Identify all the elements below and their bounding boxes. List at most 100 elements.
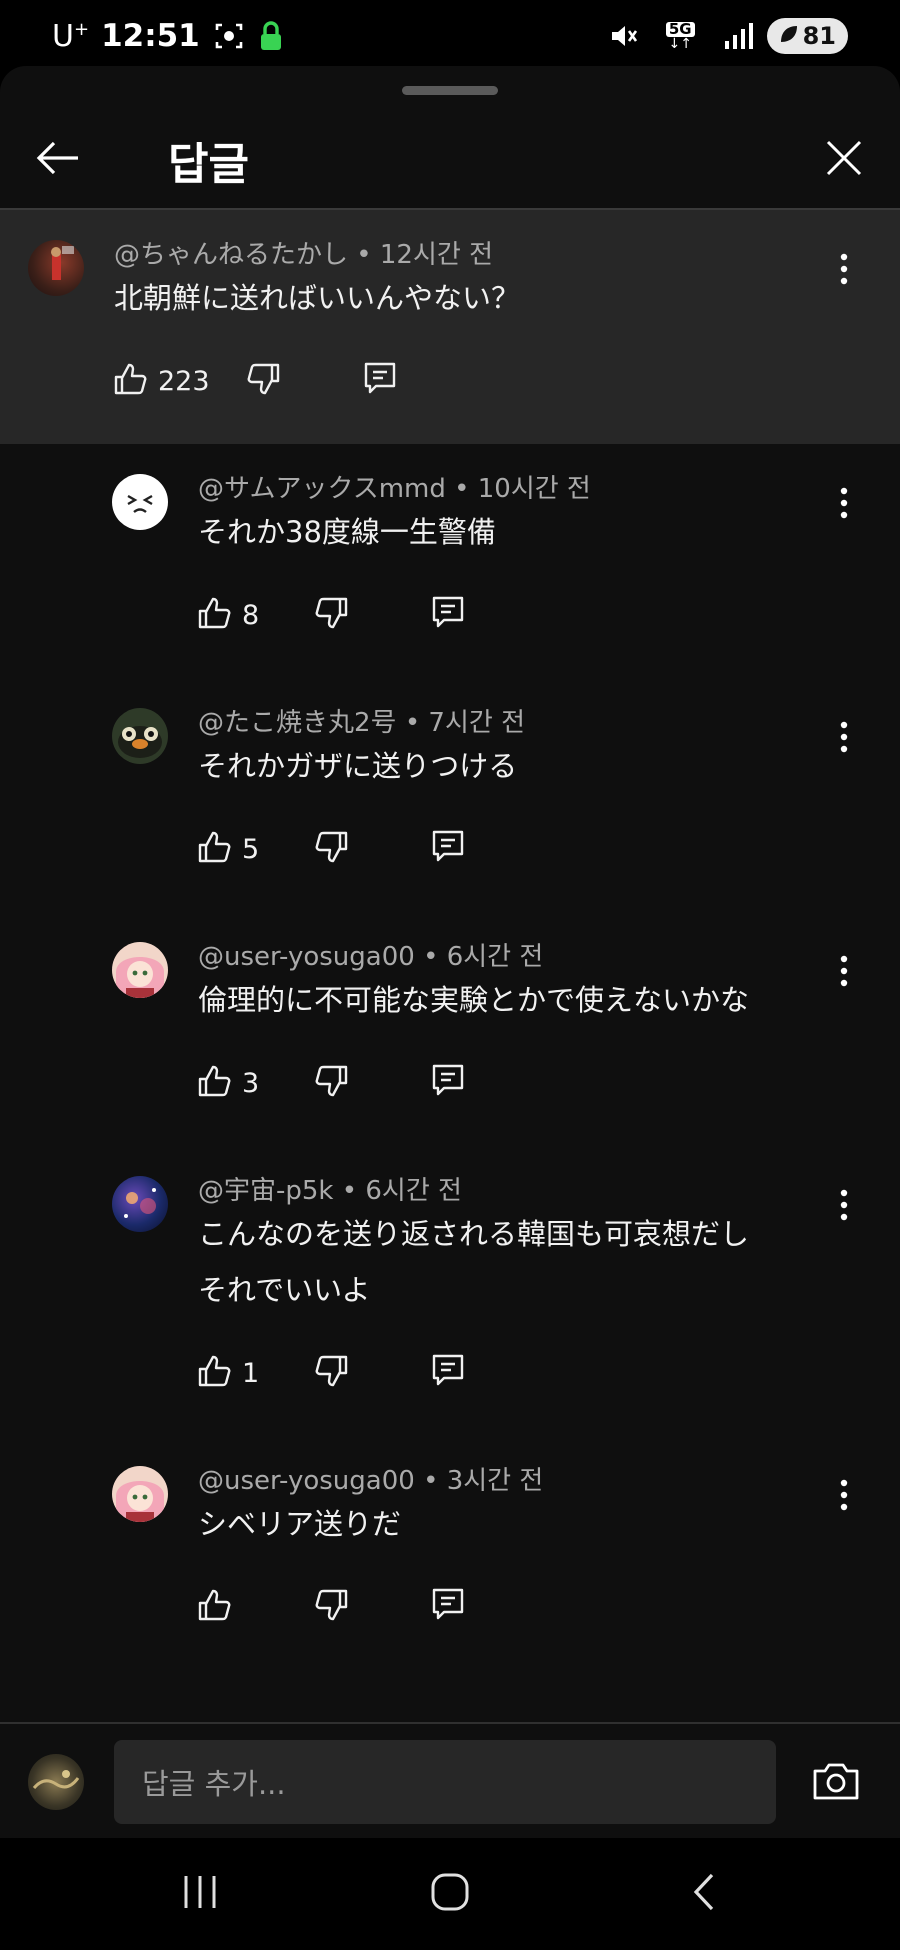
status-time: 12:51 <box>101 18 200 54</box>
thumbs-up-icon <box>198 830 232 868</box>
avatar[interactable] <box>112 942 168 998</box>
comment-icon <box>432 1354 464 1392</box>
author-name[interactable]: @user-yosuga00 <box>198 1466 415 1496</box>
reply-comment: @user-yosuga00 • 6시간 전 倫理的に不可能な実験とかで使えない… <box>0 912 900 1146</box>
more-vert-icon <box>840 721 848 757</box>
comment-meta: @宇宙-p5k • 6시간 전 <box>198 1176 462 1206</box>
user-avatar <box>28 1754 84 1810</box>
reply-button[interactable] <box>364 362 396 400</box>
more-vert-icon <box>840 1189 848 1225</box>
comment-actions: 223 <box>114 356 396 406</box>
thumbs-down-icon <box>314 1588 348 1626</box>
dislike-button[interactable] <box>314 830 348 868</box>
comment-meta: @サムアックスmmd • 10시간 전 <box>198 474 591 504</box>
home-button[interactable] <box>420 1866 480 1922</box>
thumbs-up-icon <box>198 1064 232 1102</box>
dislike-button[interactable] <box>314 1354 348 1392</box>
thumbs-up-icon <box>198 596 232 634</box>
more-options-button[interactable] <box>826 948 862 998</box>
arrow-left-icon <box>36 140 80 180</box>
like-count: 8 <box>242 599 260 631</box>
dislike-button[interactable] <box>314 1588 348 1626</box>
comment-meta: @user-yosuga00 • 3시간 전 <box>198 1466 544 1496</box>
comment-text-line: それでいいよ <box>198 1273 371 1307</box>
camera-button[interactable] <box>808 1758 864 1808</box>
back-button[interactable] <box>30 132 86 188</box>
comment-meta: @ちゃんねるたかし • 12시간 전 <box>114 240 493 270</box>
comment-text: こんなのを送り返される韓国も可哀想だし それでいいよ <box>198 1206 749 1318</box>
status-bar: U+ 12:51 5G ↓↑ 81 <box>0 0 900 72</box>
thumbs-up-icon <box>114 362 148 400</box>
more-options-button[interactable] <box>826 246 862 296</box>
more-vert-icon <box>840 253 848 289</box>
thumbs-down-icon <box>314 1354 348 1392</box>
more-options-button[interactable] <box>826 714 862 764</box>
carrier-label: U+ <box>52 18 90 54</box>
author-name[interactable]: @たこ焼き丸2号 <box>198 708 397 738</box>
comment-time: 3시간 전 <box>446 1466 544 1496</box>
more-vert-icon <box>840 955 848 991</box>
close-button[interactable] <box>816 132 872 188</box>
more-options-button[interactable] <box>826 1472 862 1522</box>
author-name[interactable]: @宇宙-p5k <box>198 1176 334 1206</box>
thumbs-down-icon <box>314 1064 348 1102</box>
author-name[interactable]: @user-yosuga00 <box>198 942 415 972</box>
like-count: 1 <box>242 1357 260 1389</box>
like-button[interactable]: 1 <box>198 1354 282 1392</box>
comment-time: 12시간 전 <box>379 240 493 270</box>
signal-icon <box>723 22 753 50</box>
like-button[interactable]: 5 <box>198 830 282 868</box>
thumbs-down-icon <box>314 830 348 868</box>
reply-button[interactable] <box>432 1354 464 1392</box>
dislike-button[interactable] <box>314 1064 348 1102</box>
avatar[interactable] <box>28 240 84 296</box>
avatar[interactable] <box>112 1176 168 1232</box>
like-count: 3 <box>242 1067 260 1099</box>
screenshot-icon <box>214 21 244 51</box>
avatar[interactable] <box>112 1466 168 1522</box>
avatar[interactable] <box>112 474 168 530</box>
reply-button[interactable] <box>432 1064 464 1102</box>
thumbs-up-icon <box>198 1588 232 1626</box>
like-button[interactable]: 8 <box>198 596 282 634</box>
more-vert-icon <box>840 487 848 523</box>
comment-actions: 8 <box>198 590 464 640</box>
thumbs-up-icon <box>198 1354 232 1392</box>
author-name[interactable]: @サムアックスmmd <box>198 474 446 504</box>
mute-icon <box>608 21 638 51</box>
camera-icon <box>812 1761 860 1805</box>
leaf-icon <box>779 22 799 50</box>
thumbs-down-icon <box>314 596 348 634</box>
reply-input[interactable]: 답글 추가... <box>114 1740 776 1824</box>
reply-comment: @たこ焼き丸2号 • 7시간 전 それかガザに送りつける 5 <box>0 678 900 912</box>
comment-actions: 5 <box>198 824 464 874</box>
more-options-button[interactable] <box>826 1182 862 1232</box>
comment-icon <box>432 596 464 634</box>
comment-icon <box>432 830 464 868</box>
more-options-button[interactable] <box>826 480 862 530</box>
reply-button[interactable] <box>432 1588 464 1626</box>
reply-comment: @サムアックスmmd • 10시간 전 それか38度線一生警備 8 <box>0 444 900 678</box>
like-button[interactable]: 3 <box>198 1064 282 1102</box>
parent-comment: @ちゃんねるたかし • 12시간 전 北朝鮮に送ればいいんやない？ 223 <box>0 210 900 444</box>
drag-handle[interactable] <box>402 86 498 95</box>
comment-text: シベリア送りだ <box>198 1507 402 1541</box>
close-icon <box>825 139 863 181</box>
comment-icon <box>432 1588 464 1626</box>
page-title: 답글 <box>168 139 249 190</box>
comment-actions: 3 <box>198 1058 464 1108</box>
dislike-button[interactable] <box>314 596 348 634</box>
reply-button[interactable] <box>432 830 464 868</box>
avatar[interactable] <box>112 708 168 764</box>
recent-apps-button[interactable] <box>170 1866 230 1922</box>
author-name[interactable]: @ちゃんねるたかし <box>114 240 348 270</box>
system-back-button[interactable] <box>674 1866 734 1922</box>
reply-button[interactable] <box>432 596 464 634</box>
like-button[interactable] <box>198 1588 282 1626</box>
comment-time: 6시간 전 <box>446 942 544 972</box>
dislike-button[interactable] <box>246 362 280 400</box>
reply-comment: @宇宙-p5k • 6시간 전 こんなのを送り返される韓国も可哀想だし それでい… <box>0 1146 900 1436</box>
lock-icon <box>258 20 284 52</box>
like-button[interactable]: 223 <box>114 362 210 400</box>
comment-icon <box>432 1064 464 1102</box>
